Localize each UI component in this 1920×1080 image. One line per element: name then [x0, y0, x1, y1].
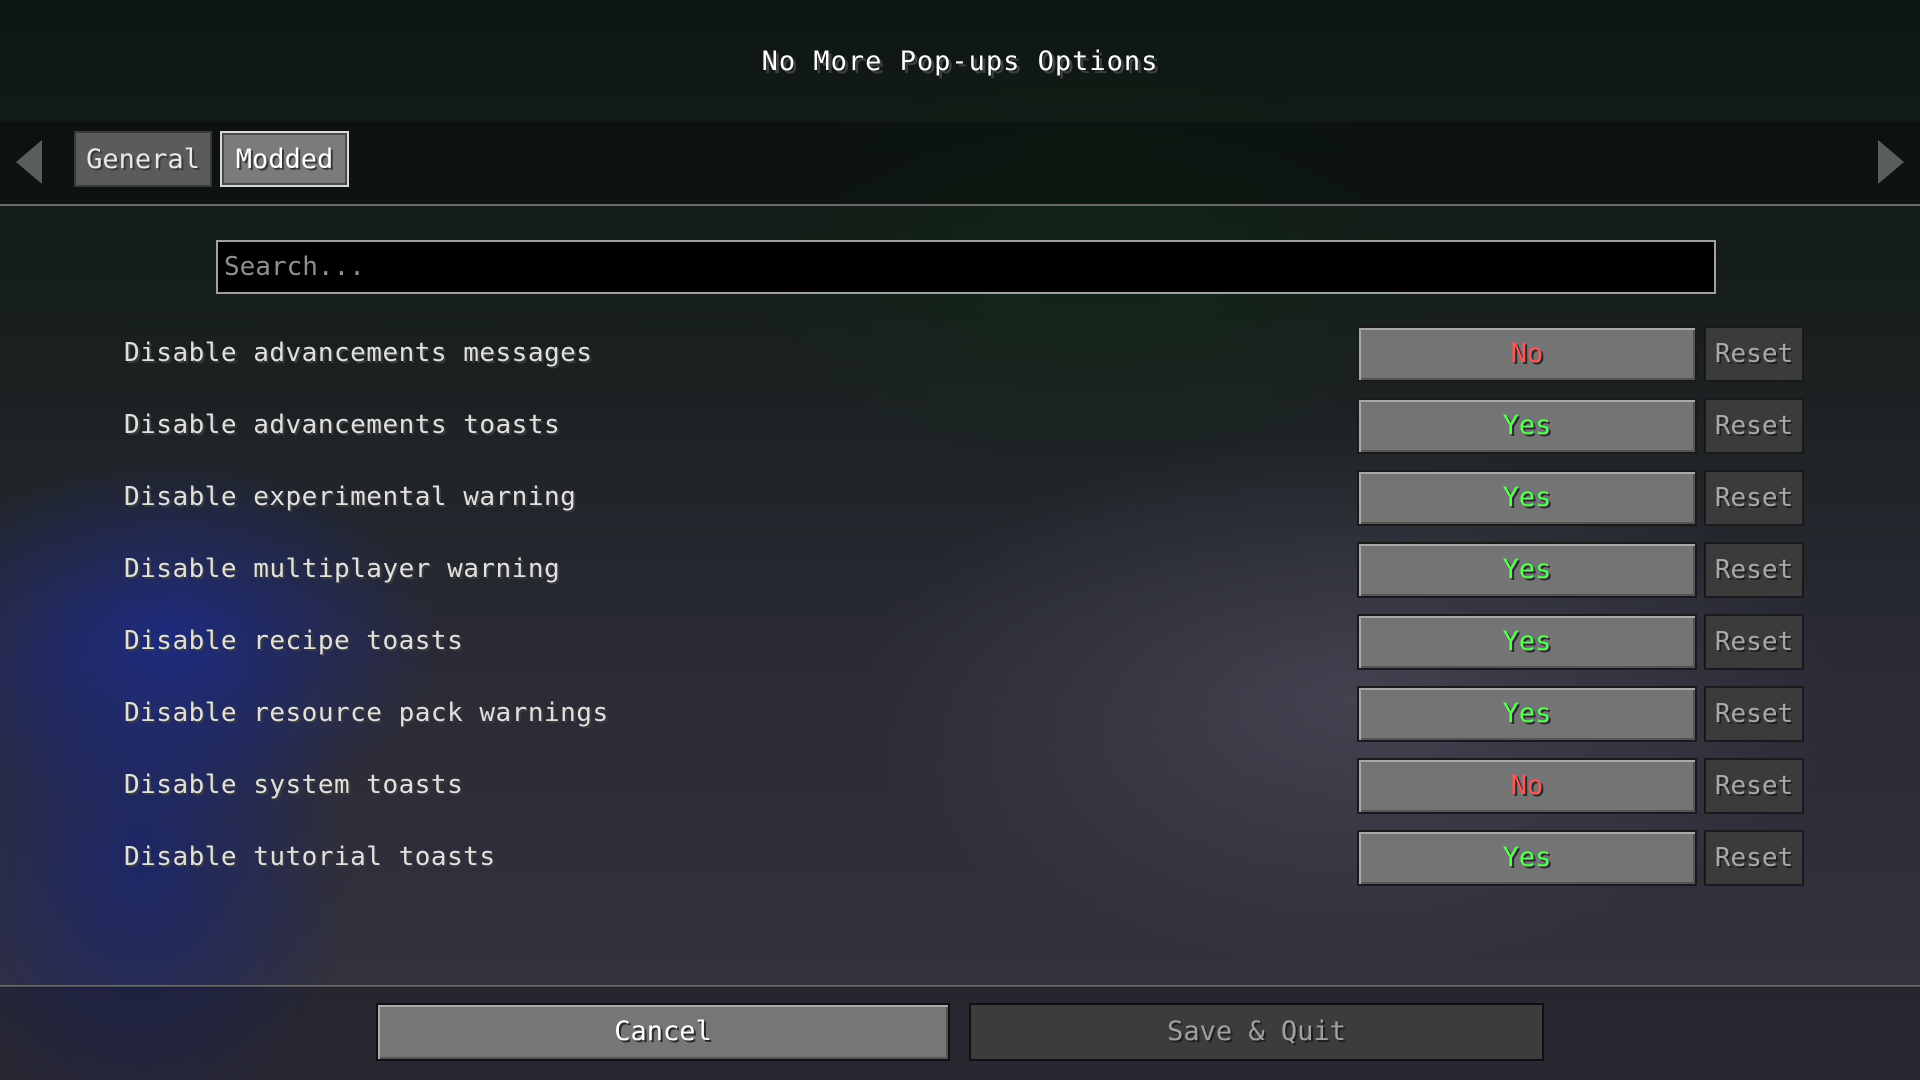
- tab-general[interactable]: General: [74, 131, 212, 187]
- cancel-button[interactable]: Cancel: [376, 1003, 950, 1061]
- option-row: Disable advancements toasts Yes Reset: [0, 398, 1920, 456]
- option-label: Disable advancements toasts: [124, 410, 561, 440]
- reset-button[interactable]: Reset: [1704, 830, 1804, 886]
- option-row: Disable experimental warning Yes Reset: [0, 470, 1920, 528]
- option-toggle-button[interactable]: Yes: [1357, 614, 1697, 670]
- tab-modded[interactable]: Modded: [220, 131, 349, 187]
- option-row: Disable tutorial toasts Yes Reset: [0, 830, 1920, 888]
- option-label: Disable experimental warning: [124, 482, 577, 512]
- option-toggle-button[interactable]: Yes: [1357, 398, 1697, 454]
- option-label: Disable resource pack warnings: [124, 698, 609, 728]
- option-toggle-button[interactable]: Yes: [1357, 830, 1697, 886]
- reset-button[interactable]: Reset: [1704, 542, 1804, 598]
- reset-button[interactable]: Reset: [1704, 686, 1804, 742]
- footer-bar: [0, 986, 1920, 1080]
- option-row: Disable resource pack warnings Yes Reset: [0, 686, 1920, 744]
- option-toggle-button[interactable]: No: [1357, 326, 1697, 382]
- reset-button[interactable]: Reset: [1704, 326, 1804, 382]
- option-label: Disable recipe toasts: [124, 626, 464, 656]
- reset-button[interactable]: Reset: [1704, 398, 1804, 454]
- search-input[interactable]: [216, 240, 1716, 294]
- reset-button[interactable]: Reset: [1704, 470, 1804, 526]
- arrow-right-icon[interactable]: [1878, 140, 1904, 184]
- option-label: Disable system toasts: [124, 770, 464, 800]
- option-toggle-button[interactable]: Yes: [1357, 542, 1697, 598]
- option-toggle-button[interactable]: No: [1357, 758, 1697, 814]
- option-label: Disable tutorial toasts: [124, 842, 496, 872]
- option-label: Disable multiplayer warning: [124, 554, 561, 584]
- option-row: Disable advancements messages No Reset: [0, 326, 1920, 384]
- option-toggle-button[interactable]: Yes: [1357, 686, 1697, 742]
- option-row: Disable multiplayer warning Yes Reset: [0, 542, 1920, 600]
- option-label: Disable advancements messages: [124, 338, 593, 368]
- option-toggle-button[interactable]: Yes: [1357, 470, 1697, 526]
- option-row: Disable recipe toasts Yes Reset: [0, 614, 1920, 672]
- save-quit-button[interactable]: Save & Quit: [969, 1003, 1544, 1061]
- arrow-left-icon[interactable]: [16, 140, 42, 184]
- reset-button[interactable]: Reset: [1704, 614, 1804, 670]
- screen-title: No More Pop-ups Options: [761, 46, 1159, 77]
- reset-button[interactable]: Reset: [1704, 758, 1804, 814]
- option-row: Disable system toasts No Reset: [0, 758, 1920, 816]
- tab-bar-divider: [0, 204, 1920, 206]
